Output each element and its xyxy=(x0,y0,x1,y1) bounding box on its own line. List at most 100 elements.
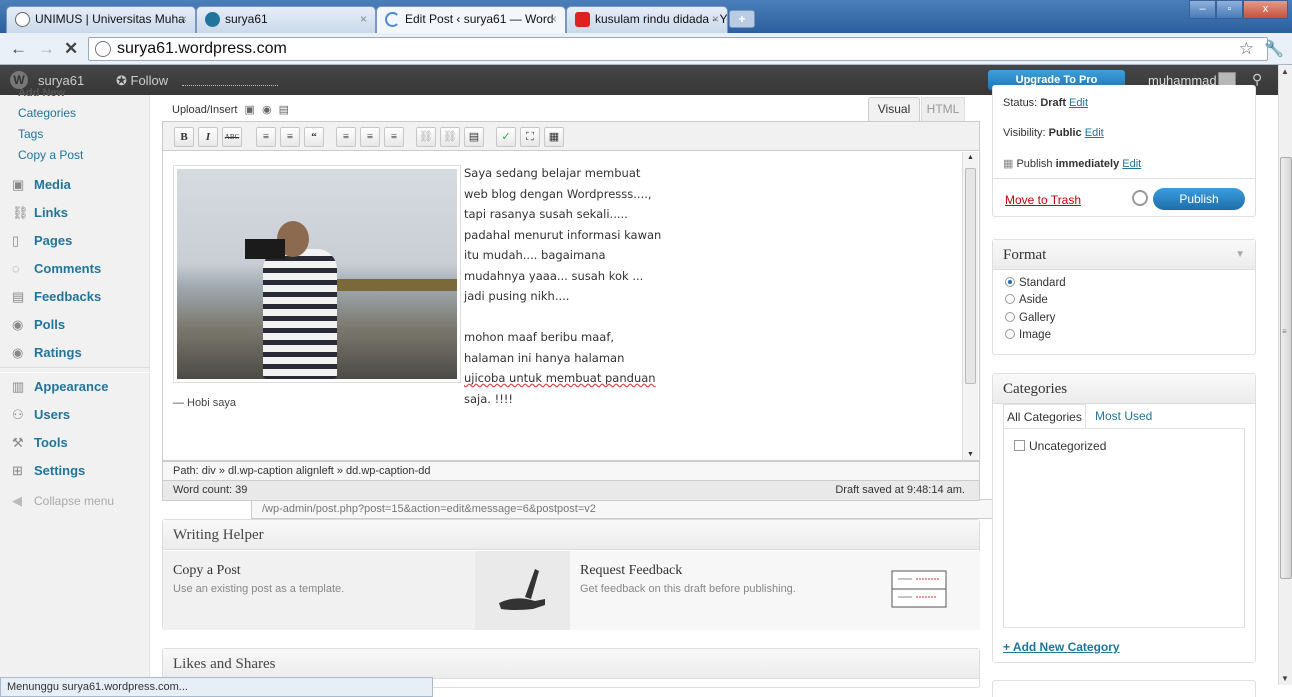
maximize-icon[interactable]: ▫ xyxy=(1216,0,1243,19)
sidebar-item-users[interactable]: ⚇ Users xyxy=(0,401,150,429)
format-option-standard[interactable]: Standard xyxy=(1005,277,1066,289)
edit-status-link[interactable]: Edit xyxy=(1069,97,1088,109)
text-line: tapi rasanya susah sekali..... xyxy=(464,207,628,221)
wrench-icon[interactable]: 🔧 xyxy=(1264,39,1284,59)
editor-scrollbar-thumb[interactable] xyxy=(965,168,976,384)
close-icon[interactable]: × xyxy=(360,7,367,31)
new-tab-button[interactable]: + xyxy=(729,10,755,28)
scrollbar-thumb[interactable] xyxy=(1280,157,1292,579)
tab-most-used[interactable]: Most Used xyxy=(1095,409,1152,423)
page-info-icon[interactable] xyxy=(95,41,111,57)
sidebar-item-links[interactable]: ⛓ Links xyxy=(0,199,150,227)
format-option-gallery[interactable]: Gallery xyxy=(1005,312,1055,324)
publish-button[interactable]: Publish xyxy=(1153,188,1245,210)
feedbacks-icon: ▤ xyxy=(12,289,25,304)
close-icon[interactable]: × xyxy=(712,7,719,31)
format-option-aside[interactable]: Aside xyxy=(1005,294,1048,306)
bookmark-star-icon[interactable]: ☆ xyxy=(1239,39,1254,59)
scroll-up-icon[interactable]: ▲ xyxy=(1281,67,1289,76)
back-icon[interactable]: ← xyxy=(10,39,27,59)
numbered-list-button[interactable]: ≡ xyxy=(280,127,300,147)
copy-post-panel[interactable]: Copy a Post Use an existing post as a te… xyxy=(163,551,475,630)
sidebar-item-settings[interactable]: ⊞ Settings xyxy=(0,457,150,485)
editor-scrollbar[interactable]: ▲ ▼ xyxy=(962,152,978,460)
sidebar-item-feedbacks[interactable]: ▤ Feedbacks xyxy=(0,283,150,311)
format-box-header[interactable]: Format ▼ xyxy=(993,240,1255,270)
writing-helper-title[interactable]: Writing Helper xyxy=(163,520,979,550)
sidebar-item-ratings[interactable]: ◉ Ratings xyxy=(0,339,150,367)
toggle-arrow-icon[interactable]: ▼ xyxy=(1235,240,1245,270)
add-media-icon[interactable]: ▤ xyxy=(279,103,289,116)
minimize-icon[interactable]: ‒ xyxy=(1189,0,1216,19)
tab-visual[interactable]: Visual xyxy=(868,97,920,121)
sidebar-subitem-copy-post[interactable]: Copy a Post xyxy=(18,148,83,162)
close-icon[interactable]: × xyxy=(550,7,557,31)
insert-more-button[interactable]: ▤ xyxy=(464,127,484,147)
request-feedback-panel[interactable]: Request Feedback Get feedback on this dr… xyxy=(570,551,980,630)
close-window-icon[interactable]: x xyxy=(1243,0,1288,19)
likes-shares-title[interactable]: Likes and Shares xyxy=(163,649,979,679)
scroll-up-icon[interactable]: ▲ xyxy=(967,154,974,161)
radio-unselected[interactable] xyxy=(1005,294,1015,304)
bold-button[interactable]: B xyxy=(174,127,194,147)
align-left-button[interactable]: ≡ xyxy=(336,127,356,147)
fullscreen-button[interactable]: ⛶ xyxy=(520,127,540,147)
strikethrough-button[interactable]: ABC xyxy=(222,127,242,147)
image-caption[interactable]: — Hobi saya xyxy=(173,397,236,409)
copy-post-title[interactable]: Copy a Post xyxy=(173,563,241,579)
sidebar-subitem-add-new[interactable]: Add New xyxy=(18,87,65,97)
close-icon[interactable]: × xyxy=(180,7,187,31)
sidebar-item-appearance[interactable]: ▥ Appearance xyxy=(0,373,150,401)
sidebar-subitem-tags[interactable]: Tags xyxy=(18,127,43,141)
unlink-button[interactable]: ⛓ xyxy=(440,127,460,147)
spellcheck-button[interactable]: ✓ xyxy=(496,127,516,147)
admin-bar-search-field[interactable] xyxy=(182,85,278,86)
post-image[interactable] xyxy=(173,165,461,383)
site-name-link[interactable]: surya61 xyxy=(38,73,84,88)
category-item-uncategorized[interactable]: Uncategorized xyxy=(1014,439,1106,453)
align-right-button[interactable]: ≡ xyxy=(384,127,404,147)
editor-status-bar: Word count: 39 Draft saved at 9:48:14 am… xyxy=(162,481,980,501)
sidebar-item-polls[interactable]: ◉ Polls xyxy=(0,311,150,339)
radio-unselected[interactable] xyxy=(1005,312,1015,322)
edit-visibility-link[interactable]: Edit xyxy=(1085,127,1104,139)
radio-selected[interactable] xyxy=(1005,277,1015,287)
stop-icon[interactable]: ✕ xyxy=(64,39,78,59)
format-option-image[interactable]: Image xyxy=(1005,329,1051,341)
scroll-down-icon[interactable]: ▼ xyxy=(1281,674,1289,683)
sidebar-item-tools[interactable]: ⚒ Tools xyxy=(0,429,150,457)
tab-all-categories[interactable]: All Categories xyxy=(1003,404,1086,428)
sidebar-item-media[interactable]: ▣ Media xyxy=(0,171,150,199)
page-scrollbar[interactable]: ▲ ≡ ▼ xyxy=(1278,65,1292,685)
collapse-menu-button[interactable]: ◀ Collapse menu xyxy=(0,487,150,515)
browser-tab[interactable]: surya61 × xyxy=(196,6,376,33)
italic-button[interactable]: I xyxy=(198,127,218,147)
kitchen-sink-button[interactable]: ▦ xyxy=(544,127,564,147)
categories-title[interactable]: Categories xyxy=(993,374,1255,404)
scroll-down-icon[interactable]: ▼ xyxy=(967,451,974,458)
sidebar-item-label: Ratings xyxy=(34,345,82,360)
browser-tab[interactable]: UNIMUS | Universitas Muha × xyxy=(6,6,196,33)
browser-tab-active[interactable]: Edit Post ‹ surya61 — Word × xyxy=(376,6,566,33)
move-to-trash-link[interactable]: Move to Trash xyxy=(1005,193,1081,207)
add-image-icon[interactable]: ▣ xyxy=(245,103,255,116)
address-bar[interactable]: surya61.wordpress.com/wp-admin/post.php?… xyxy=(88,37,1268,519)
tab-html[interactable]: HTML xyxy=(921,97,965,121)
align-center-button[interactable]: ≡ xyxy=(360,127,380,147)
add-new-category-link[interactable]: + Add New Category xyxy=(1003,640,1120,654)
post-body-text[interactable]: Saya sedang belajar membuat web blog den… xyxy=(464,163,684,409)
blockquote-button[interactable]: “ xyxy=(304,127,324,147)
browser-tab[interactable]: kusulam rindu didada - You × xyxy=(566,6,728,33)
sidebar-subitem-categories[interactable]: Categories xyxy=(18,106,76,120)
follow-button[interactable]: ✪ Follow xyxy=(116,73,168,89)
checkbox[interactable] xyxy=(1014,440,1025,451)
request-feedback-title[interactable]: Request Feedback xyxy=(580,563,682,579)
forward-icon[interactable]: → xyxy=(38,39,55,59)
bullet-list-button[interactable]: ≡ xyxy=(256,127,276,147)
insert-link-button[interactable]: ⛓ xyxy=(416,127,436,147)
edit-schedule-link[interactable]: Edit xyxy=(1122,158,1141,170)
add-poll-icon[interactable]: ◉ xyxy=(262,103,272,116)
sidebar-item-comments[interactable]: ◌ Comments xyxy=(0,255,150,283)
sidebar-item-pages[interactable]: ▯ Pages xyxy=(0,227,150,255)
radio-unselected[interactable] xyxy=(1005,329,1015,339)
